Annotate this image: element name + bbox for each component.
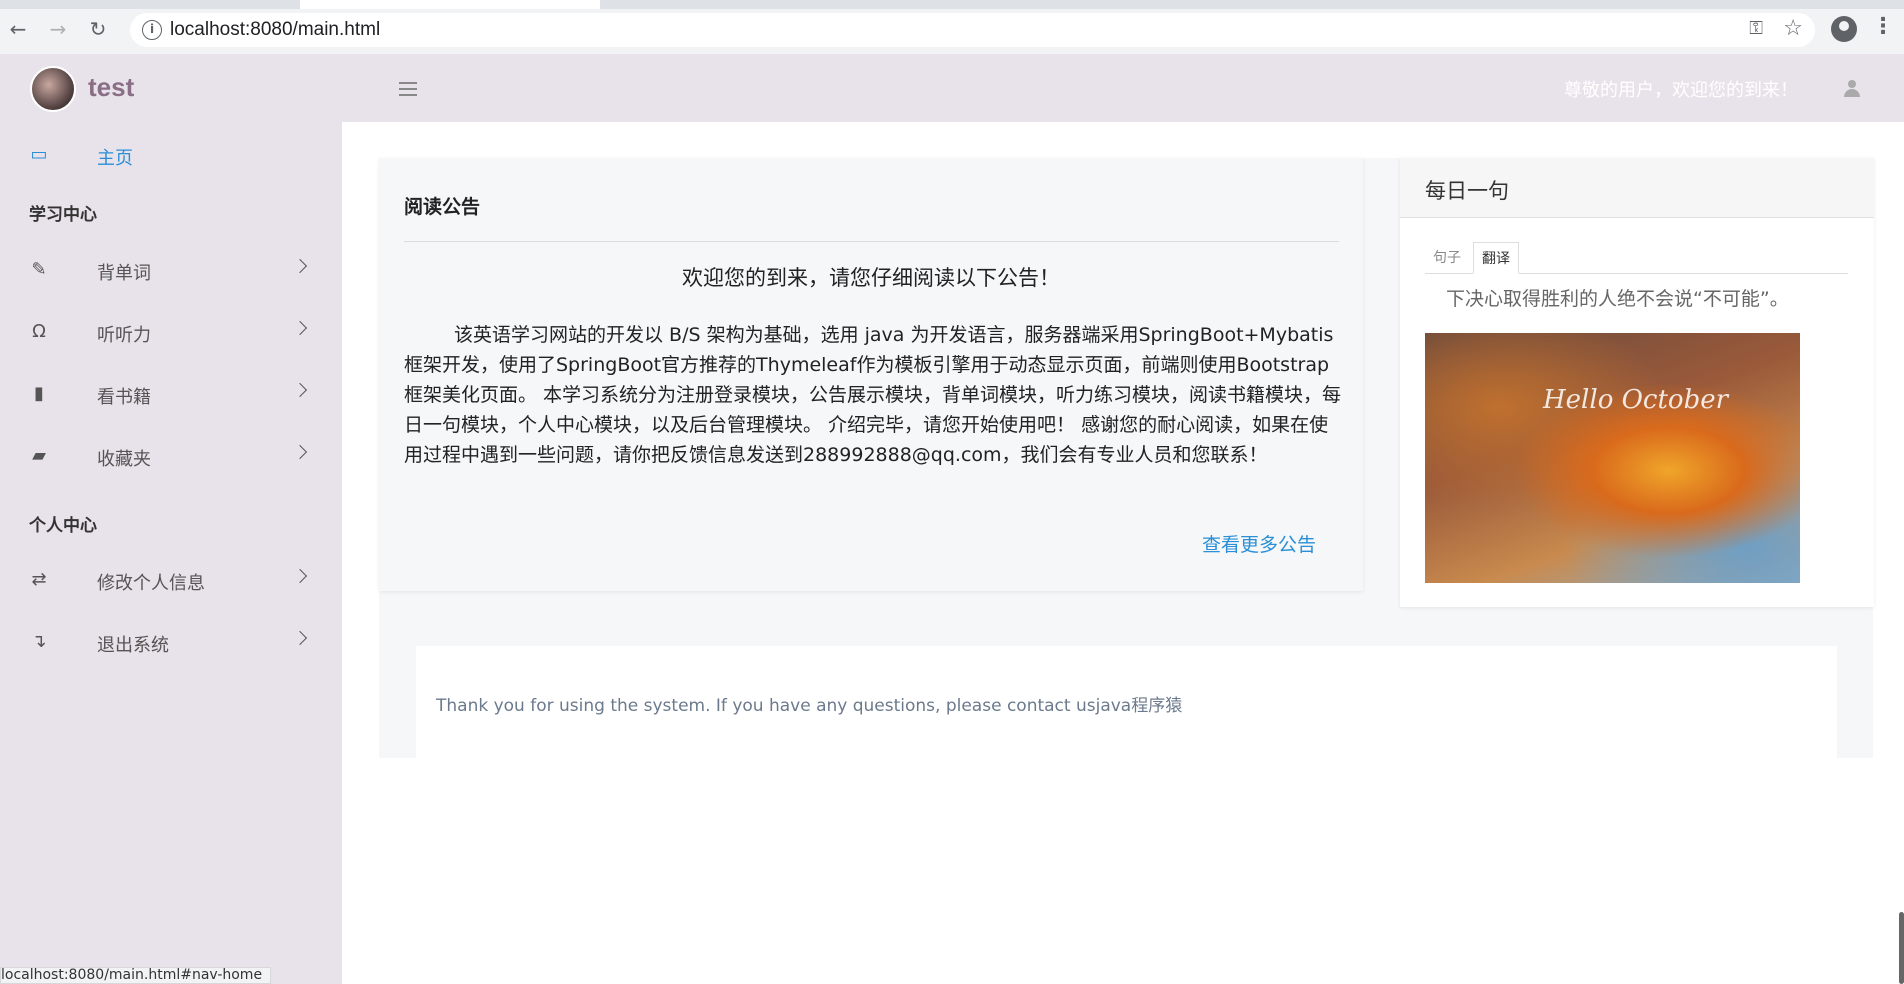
sidebar-item-vocabulary[interactable]: ✎ 背单词 bbox=[0, 251, 342, 291]
divider bbox=[404, 241, 1339, 242]
edit-icon: ✎ bbox=[31, 259, 47, 280]
hamburger-menu-icon[interactable] bbox=[399, 82, 417, 96]
sidebar-item-label: 看书籍 bbox=[97, 387, 151, 408]
address-url[interactable]: localhost:8080/main.html bbox=[170, 19, 380, 41]
book-icon: ▮ bbox=[34, 383, 44, 404]
notice-heading: 欢迎您的到来，请您仔细阅读以下公告！ bbox=[682, 266, 1060, 290]
folder-open-icon: ▰ bbox=[32, 445, 46, 466]
tab-sentence[interactable]: 句子 bbox=[1425, 242, 1469, 274]
exchange-icon: ⇄ bbox=[31, 569, 47, 590]
headphones-icon: Ω bbox=[32, 321, 46, 342]
browser-status-bar: localhost:8080/main.html#nav-home bbox=[0, 967, 272, 984]
reload-icon[interactable]: ↻ bbox=[86, 17, 110, 41]
exit-icon: ↴ bbox=[31, 631, 47, 652]
sidebar-item-logout[interactable]: ↴ 退出系统 bbox=[0, 623, 342, 663]
sidebar-item-favorites[interactable]: ▰ 收藏夹 bbox=[0, 437, 342, 477]
image-caption: Hello October bbox=[1543, 385, 1729, 415]
daily-sentence-card: 每日一句 句子 翻译 下决心取得胜利的人绝不会说“不可能”。 Hello Oct… bbox=[1400, 158, 1874, 607]
chevron-right-icon bbox=[292, 568, 308, 584]
sidebar-item-label: 主页 bbox=[97, 148, 133, 169]
footer-text: Thank you for using the system. If you h… bbox=[436, 696, 1183, 716]
sidebar-item-listening[interactable]: Ω 听听力 bbox=[0, 313, 342, 353]
sidebar: test ▭ 主页 学习中心 ✎ 背单词 Ω 听听力 ▮ 看书籍 ▰ 收藏夹 个… bbox=[0, 54, 342, 984]
section-heading-personal: 个人中心 bbox=[29, 516, 97, 536]
brand-name: test bbox=[88, 72, 135, 102]
chevron-right-icon bbox=[292, 258, 308, 274]
welcome-message: 尊敬的用户，欢迎您的到来！ bbox=[1564, 80, 1798, 101]
sidebar-item-label: 背单词 bbox=[97, 263, 151, 284]
browser-toolbar: ← → ↻ i localhost:8080/main.html ⚿ ☆ ⋮ bbox=[0, 0, 1904, 54]
back-arrow-icon[interactable]: ← bbox=[6, 17, 30, 41]
daily-sentence-text: 下决心取得胜利的人绝不会说“不可能”。 bbox=[1446, 288, 1789, 310]
sidebar-item-books[interactable]: ▮ 看书籍 bbox=[0, 375, 342, 415]
star-icon[interactable]: ☆ bbox=[1783, 16, 1803, 41]
daily-card-header: 每日一句 bbox=[1400, 158, 1874, 218]
more-notices-link[interactable]: 查看更多公告 bbox=[1202, 530, 1316, 557]
active-browser-tab[interactable] bbox=[300, 0, 600, 9]
tab-strip bbox=[0, 0, 1904, 9]
key-icon[interactable]: ⚿ bbox=[1749, 18, 1763, 39]
info-icon[interactable]: i bbox=[142, 20, 162, 40]
chevron-right-icon bbox=[292, 630, 308, 646]
sidebar-item-edit-profile[interactable]: ⇄ 修改个人信息 bbox=[0, 561, 342, 601]
sidebar-item-label: 修改个人信息 bbox=[97, 573, 205, 594]
chevron-right-icon bbox=[292, 444, 308, 460]
forward-arrow-icon[interactable]: → bbox=[46, 17, 70, 41]
notice-title: 阅读公告 bbox=[404, 196, 481, 218]
footer: Thank you for using the system. If you h… bbox=[416, 646, 1837, 758]
kebab-menu-icon[interactable]: ⋮ bbox=[1872, 14, 1894, 39]
daily-title: 每日一句 bbox=[1425, 179, 1509, 203]
notice-card: 阅读公告 欢迎您的到来，请您仔细阅读以下公告！ 该英语学习网站的开发以 B/S … bbox=[379, 158, 1363, 591]
sidebar-item-label: 听听力 bbox=[97, 325, 151, 346]
address-bar[interactable]: i localhost:8080/main.html ⚿ ☆ bbox=[130, 13, 1815, 47]
tab-translation[interactable]: 翻译 bbox=[1473, 242, 1519, 274]
sidebar-item-label: 退出系统 bbox=[97, 635, 169, 656]
top-header: 尊敬的用户，欢迎您的到来！ bbox=[342, 54, 1904, 122]
sidebar-item-home[interactable]: ▭ 主页 bbox=[0, 136, 342, 176]
chevron-right-icon bbox=[292, 320, 308, 336]
daily-image: Hello October bbox=[1425, 333, 1800, 583]
profile-icon[interactable] bbox=[1831, 16, 1857, 42]
notice-body: 该英语学习网站的开发以 B/S 架构为基础，选用 java 为开发语言，服务器端… bbox=[404, 324, 1342, 466]
sidebar-item-label: 收藏夹 bbox=[97, 449, 151, 470]
daily-tabs: 句子 翻译 bbox=[1425, 242, 1848, 274]
scrollbar-thumb[interactable] bbox=[1899, 912, 1904, 984]
section-heading-study: 学习中心 bbox=[29, 205, 97, 225]
avatar bbox=[30, 66, 76, 112]
user-icon[interactable] bbox=[1844, 80, 1860, 98]
chevron-right-icon bbox=[292, 382, 308, 398]
laptop-icon: ▭ bbox=[30, 144, 48, 165]
